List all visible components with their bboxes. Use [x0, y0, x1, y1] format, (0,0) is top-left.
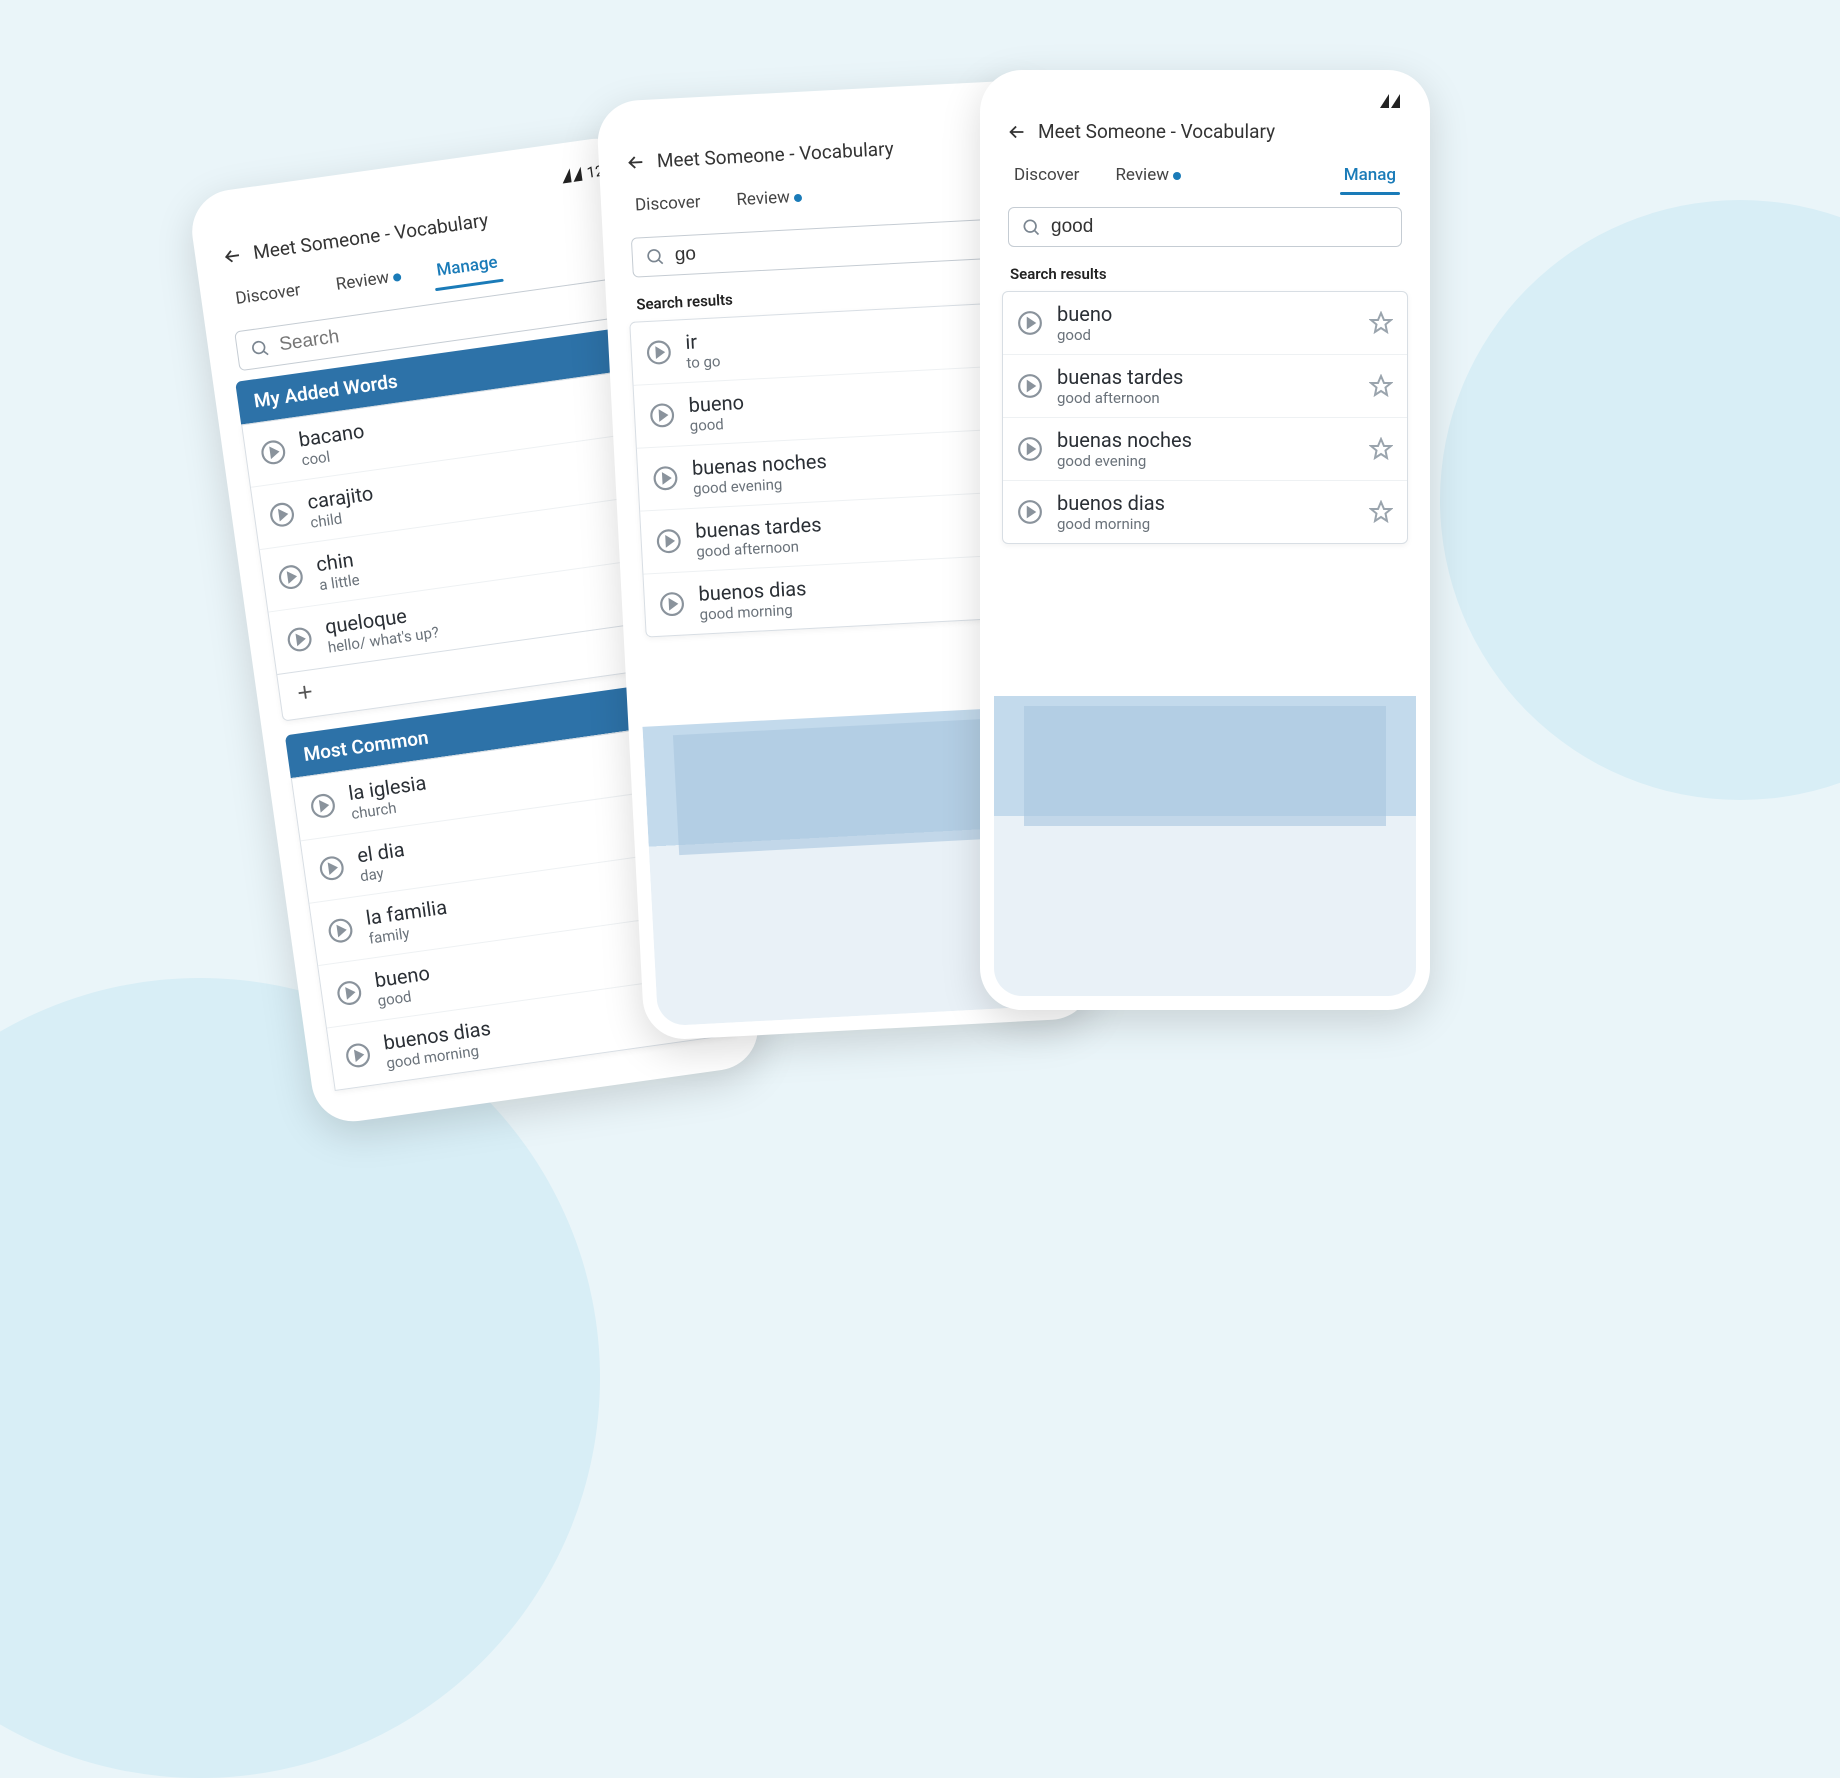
search-results-card: buenogoodbuenas tardesgood afternoonbuen… [1002, 291, 1408, 544]
word-row[interactable]: buenas tardesgood afternoon [1003, 355, 1407, 418]
play-audio-icon [335, 978, 364, 1007]
play-button[interactable] [267, 500, 296, 529]
search-field[interactable] [631, 217, 1027, 278]
search-icon [1021, 217, 1041, 237]
play-audio-icon [317, 854, 346, 883]
word-translation: good morning [1057, 515, 1355, 533]
search-input[interactable] [1051, 216, 1389, 238]
search-field[interactable] [1008, 207, 1402, 247]
tab-review[interactable]: Review [330, 257, 408, 303]
phone-mockup-3: Meet Someone - Vocabulary Discover Revie… [980, 70, 1430, 1010]
play-button[interactable] [652, 465, 679, 492]
play-audio-icon [649, 402, 676, 429]
word-text: buenas nochesgood evening [1057, 428, 1355, 470]
play-audio-icon [343, 1041, 372, 1070]
word-row[interactable]: buenogood [1003, 292, 1407, 355]
play-audio-icon [326, 916, 355, 945]
play-button[interactable] [276, 562, 305, 591]
word-text: buenas nochesgood evening [691, 438, 1029, 498]
back-arrow-icon[interactable] [624, 150, 647, 173]
signal-icon [560, 168, 571, 183]
play-audio-icon [658, 590, 685, 617]
play-button[interactable] [343, 1041, 372, 1070]
word-main: bueno [1057, 302, 1355, 326]
play-audio-icon [652, 465, 679, 492]
play-button[interactable] [649, 402, 676, 429]
play-audio-icon [1017, 373, 1043, 399]
wifi-icon [571, 167, 582, 182]
play-button[interactable] [335, 978, 364, 1007]
play-button[interactable] [1017, 436, 1043, 462]
page-title: Meet Someone - Vocabulary [1038, 120, 1275, 143]
background-illustration [994, 696, 1416, 996]
tab-discover[interactable]: Discover [229, 272, 307, 318]
tab-review[interactable]: Review [1111, 157, 1185, 193]
play-button[interactable] [1017, 499, 1043, 525]
word-translation: good [1057, 326, 1355, 344]
word-translation: good evening [1057, 452, 1355, 470]
back-arrow-icon[interactable] [1006, 121, 1028, 143]
word-row[interactable]: buenas nochesgood evening [1003, 418, 1407, 481]
play-button[interactable] [1017, 310, 1043, 336]
word-text: irto go [685, 312, 1023, 372]
play-audio-icon [1017, 436, 1043, 462]
play-audio-icon [267, 500, 296, 529]
play-button[interactable] [658, 590, 685, 617]
favorite-button[interactable] [1369, 374, 1393, 398]
status-bar [994, 84, 1416, 112]
search-icon [644, 246, 665, 267]
search-results-label: Search results [994, 257, 1416, 287]
favorite-button[interactable] [1369, 437, 1393, 461]
play-button[interactable] [1017, 373, 1043, 399]
play-button[interactable] [655, 528, 682, 555]
play-button[interactable] [645, 339, 672, 366]
play-audio-icon [276, 562, 305, 591]
play-button[interactable] [259, 438, 288, 467]
signal-icon [1380, 94, 1389, 108]
play-button[interactable] [308, 791, 337, 820]
word-text: buenogood [1057, 302, 1355, 344]
word-row[interactable]: buenos diasgood morning [1003, 481, 1407, 543]
play-audio-icon [285, 625, 314, 654]
tab-discover[interactable]: Discover [1010, 157, 1083, 193]
favorite-star-icon [1369, 437, 1393, 461]
play-audio-icon [655, 528, 682, 555]
play-audio-icon [645, 339, 672, 366]
play-button[interactable] [285, 625, 314, 654]
plus-icon [293, 680, 318, 705]
favorite-star-icon [1369, 311, 1393, 335]
search-icon [248, 337, 271, 360]
word-text: buenas tardesgood afternoon [1057, 365, 1355, 407]
play-audio-icon [1017, 310, 1043, 336]
favorite-button[interactable] [1369, 500, 1393, 524]
word-text: buenos diasgood morning [1057, 491, 1355, 533]
page-title: Meet Someone - Vocabulary [656, 137, 894, 172]
favorite-star-icon [1369, 500, 1393, 524]
tab-bar: Discover Review Manag [994, 157, 1416, 193]
wifi-icon [1391, 94, 1400, 108]
play-button[interactable] [326, 916, 355, 945]
word-main: buenos dias [1057, 491, 1355, 515]
app-header: Meet Someone - Vocabulary [994, 112, 1416, 151]
back-arrow-icon[interactable] [220, 243, 245, 268]
word-text: buenogood [688, 375, 1026, 435]
tab-manage[interactable]: Manage [430, 244, 504, 289]
play-audio-icon [1017, 499, 1043, 525]
word-translation: good afternoon [1057, 389, 1355, 407]
word-main: buenas noches [1057, 428, 1355, 452]
search-input[interactable] [674, 227, 1013, 267]
favorite-button[interactable] [1369, 311, 1393, 335]
play-button[interactable] [317, 854, 346, 883]
play-audio-icon [308, 791, 337, 820]
tab-review[interactable]: Review [732, 179, 807, 219]
favorite-star-icon [1369, 374, 1393, 398]
tab-manage[interactable]: Manag [1340, 157, 1400, 193]
play-audio-icon [259, 438, 288, 467]
word-main: buenas tardes [1057, 365, 1355, 389]
tab-discover[interactable]: Discover [630, 184, 705, 224]
